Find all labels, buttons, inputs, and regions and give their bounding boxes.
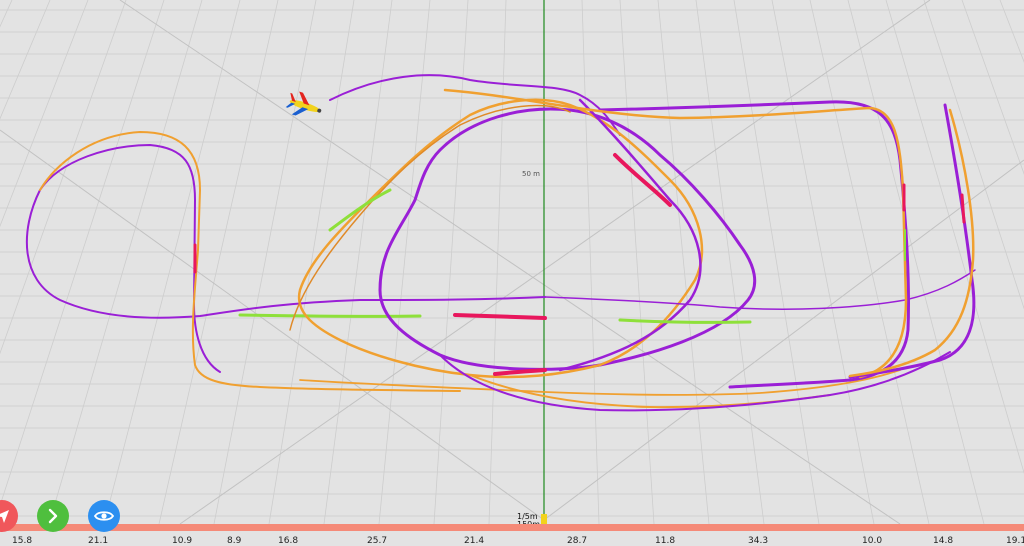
ruler-tick-label: 19.1	[1006, 536, 1024, 546]
grid-line	[999, 0, 1024, 63]
flight-track-scene	[0, 0, 1024, 525]
track-red-triangle-fin	[613, 153, 672, 207]
grid-line	[0, 129, 545, 521]
grid-line	[619, 0, 655, 525]
paper-plane-icon	[0, 510, 9, 523]
grid-line	[268, 0, 355, 525]
grid-line	[48, 0, 203, 525]
track-orange-outer-left	[39, 131, 461, 392]
ruler-tick-label: 11.8	[655, 536, 676, 546]
grid-line	[0, 0, 89, 228]
view-button[interactable]	[88, 500, 120, 532]
grid-line	[847, 0, 985, 525]
chevron-right-icon	[48, 508, 58, 524]
ruler-tick-label: 8.9	[227, 536, 242, 546]
ruler-tick-label: 21.1	[88, 536, 109, 546]
grid-line	[179, 0, 931, 525]
grid-line	[119, 0, 901, 525]
grid-line	[378, 0, 431, 525]
grid-line	[158, 0, 279, 525]
ruler-tick-label: 15.8	[12, 536, 33, 546]
grid-line	[0, 0, 127, 355]
altitude-label: 50 m	[522, 170, 540, 178]
grid-line	[733, 0, 820, 525]
grid-line	[809, 0, 930, 525]
grid-line	[0, 0, 13, 28]
track-purple-far-right	[848, 103, 976, 379]
track-red-lower-fin	[493, 368, 547, 376]
ruler-tick-label: 25.7	[367, 536, 388, 546]
scale-marker	[541, 514, 547, 524]
track-purple-triangle-2	[558, 98, 702, 372]
grid-line	[771, 0, 875, 525]
flight-tracks	[25, 74, 976, 412]
track-red-far-right-fin	[960, 193, 966, 224]
flight-track-viewport[interactable]: 50 m 1/5m 150m 15.821.110.98.916.825.721…	[0, 0, 1024, 546]
ruler-tick-label: 10.0	[862, 536, 883, 546]
ruler-tick-label: 10.9	[172, 536, 193, 546]
grid-line	[0, 0, 51, 120]
grid-line	[213, 0, 317, 525]
ruler-tick-label: 16.8	[278, 536, 299, 546]
track-green-center-stripe-2	[618, 318, 752, 324]
track-purple-horizontal	[544, 269, 976, 310]
ruler-tick-label: 28.7	[567, 536, 588, 546]
ground-grid	[0, 0, 1024, 525]
track-purple-right-loop	[598, 100, 911, 389]
grid-line	[581, 0, 600, 525]
grid-line	[323, 0, 393, 525]
grid-line	[488, 0, 507, 525]
track-green-left-stripe	[238, 313, 422, 318]
track-orange-far-right	[848, 108, 975, 378]
grid-line	[103, 0, 241, 525]
track-purple-outer-left	[25, 144, 546, 373]
track-green-center-stripe	[328, 188, 392, 232]
track-purple-triangle	[378, 107, 757, 371]
ruler-tick-label: 34.3	[748, 536, 769, 546]
next-button[interactable]	[37, 500, 69, 532]
ruler-tick-label: 14.8	[933, 536, 954, 546]
track-red-center-fin	[453, 313, 547, 320]
eye-icon	[94, 511, 114, 521]
bottom-bar	[0, 524, 1024, 531]
airplane-icon[interactable]	[284, 89, 325, 123]
grid-line	[695, 0, 765, 525]
ruler-tick-label: 21.4	[464, 536, 485, 546]
grid-line	[0, 0, 165, 507]
